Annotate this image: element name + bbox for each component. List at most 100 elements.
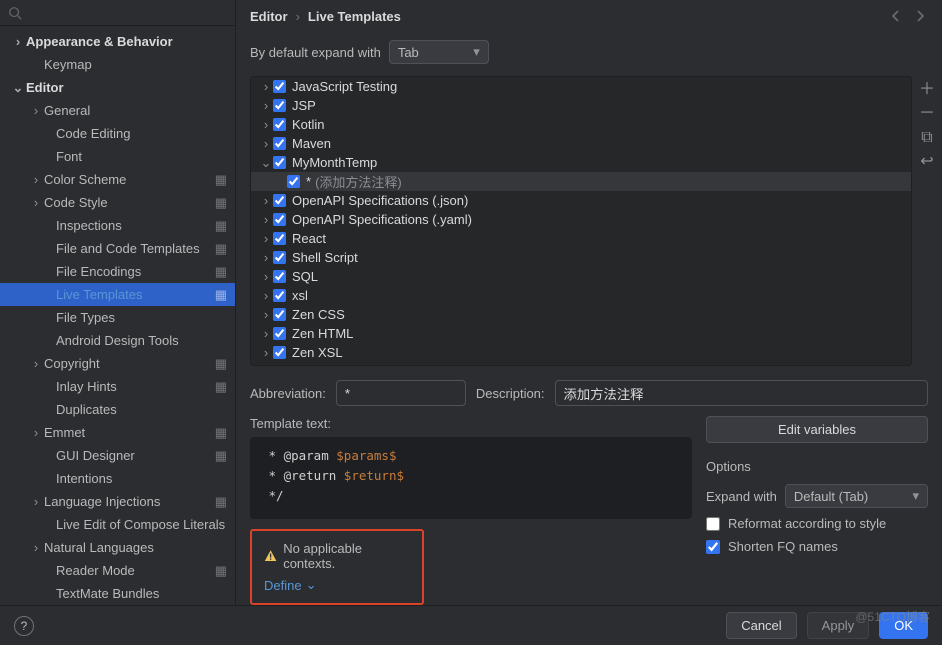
template-checkbox[interactable]: [273, 346, 286, 359]
template-row[interactable]: ›SQL: [251, 267, 911, 286]
sidebar-item-label: File Types: [56, 310, 227, 325]
template-row[interactable]: ›JavaScript Testing: [251, 77, 911, 96]
sidebar-item-label: Font: [56, 149, 227, 164]
template-label: Shell Script: [292, 250, 358, 265]
sidebar-item-gui-designer[interactable]: GUI Designer▦: [0, 444, 235, 467]
shorten-checkbox[interactable]: [706, 540, 720, 554]
sidebar-item-file-types[interactable]: File Types: [0, 306, 235, 329]
copy-template-icon[interactable]: ⧉: [921, 130, 932, 146]
reformat-label[interactable]: Reformat according to style: [728, 516, 886, 531]
sidebar-item-file-and-code-templates[interactable]: File and Code Templates▦: [0, 237, 235, 260]
template-row[interactable]: › React: [251, 229, 911, 248]
gear-icon: ▦: [215, 264, 227, 280]
revert-template-icon[interactable]: ↩: [920, 154, 933, 170]
template-checkbox[interactable]: [273, 232, 286, 245]
template-row[interactable]: ›Shell Script: [251, 248, 911, 267]
chevron-icon: ›: [10, 34, 26, 49]
template-desc: (添加方法注释): [315, 172, 402, 191]
nav-forward-icon[interactable]: [912, 8, 928, 24]
sidebar-item-general[interactable]: ›General: [0, 99, 235, 122]
template-row[interactable]: ⌄MyMonthTemp: [251, 153, 911, 172]
template-row[interactable]: ›Zen HTML: [251, 324, 911, 343]
sidebar-item-emmet[interactable]: ›Emmet▦: [0, 421, 235, 444]
shorten-label[interactable]: Shorten FQ names: [728, 539, 838, 554]
nav-back-icon[interactable]: [888, 8, 904, 24]
sidebar-item-copyright[interactable]: ›Copyright▦: [0, 352, 235, 375]
desc-input[interactable]: [555, 380, 928, 406]
template-checkbox[interactable]: [273, 80, 286, 93]
sidebar-item-appearance-behavior[interactable]: ›Appearance & Behavior: [0, 30, 235, 53]
sidebar-item-intentions[interactable]: Intentions: [0, 467, 235, 490]
abbrev-input[interactable]: [336, 380, 466, 406]
sidebar-item-android-design-tools[interactable]: Android Design Tools: [0, 329, 235, 352]
breadcrumb-parent[interactable]: Editor: [250, 9, 288, 24]
template-checkbox[interactable]: [273, 213, 286, 226]
settings-search[interactable]: [0, 0, 235, 26]
template-row[interactable]: ›OpenAPI Specifications (.yaml): [251, 210, 911, 229]
templates-list[interactable]: ›JavaScript Testing›JSP›Kotlin›Maven⌄MyM…: [250, 76, 912, 366]
sidebar-item-label: Live Edit of Compose Literals: [56, 517, 227, 532]
template-row[interactable]: ›Zen XSL: [251, 343, 911, 362]
template-row[interactable]: ›Kotlin: [251, 115, 911, 134]
apply-button[interactable]: Apply: [807, 612, 870, 639]
chevron-icon: ›: [28, 540, 44, 555]
sidebar-item-inspections[interactable]: Inspections▦: [0, 214, 235, 237]
sidebar-item-label: Language Injections: [44, 494, 211, 509]
template-checkbox[interactable]: [273, 308, 286, 321]
template-checkbox[interactable]: [273, 137, 286, 150]
gear-icon: ▦: [215, 287, 227, 303]
template-checkbox[interactable]: [273, 156, 286, 169]
add-template-icon[interactable]: ＋: [919, 82, 935, 98]
sidebar-item-keymap[interactable]: Keymap: [0, 53, 235, 76]
sidebar-item-natural-languages[interactable]: ›Natural Languages: [0, 536, 235, 559]
sidebar-item-reader-mode[interactable]: Reader Mode▦: [0, 559, 235, 582]
template-checkbox[interactable]: [273, 251, 286, 264]
cancel-button[interactable]: Cancel: [726, 612, 796, 639]
template-row[interactable]: ›Maven: [251, 134, 911, 153]
template-label: React: [292, 231, 326, 246]
help-button[interactable]: ?: [14, 616, 34, 636]
reformat-checkbox[interactable]: [706, 517, 720, 531]
sidebar-item-font[interactable]: Font: [0, 145, 235, 168]
template-row[interactable]: ›Zen CSS: [251, 305, 911, 324]
sidebar-item-live-edit-of-compose-literals[interactable]: Live Edit of Compose Literals: [0, 513, 235, 536]
remove-template-icon[interactable]: －: [919, 106, 935, 122]
sidebar-item-label: Android Design Tools: [56, 333, 227, 348]
sidebar-item-color-scheme[interactable]: ›Color Scheme▦: [0, 168, 235, 191]
template-checkbox[interactable]: [273, 270, 286, 283]
template-checkbox[interactable]: [273, 289, 286, 302]
chevron-down-icon: ▾: [473, 44, 480, 60]
sidebar-item-inlay-hints[interactable]: Inlay Hints▦: [0, 375, 235, 398]
template-checkbox[interactable]: [287, 175, 300, 188]
template-row[interactable]: *(添加方法注释): [251, 172, 911, 191]
template-checkbox[interactable]: [273, 194, 286, 207]
sidebar-item-code-style[interactable]: ›Code Style▦: [0, 191, 235, 214]
template-checkbox[interactable]: [273, 99, 286, 112]
template-row[interactable]: ›OpenAPI Specifications (.json): [251, 191, 911, 210]
define-context-link[interactable]: Define ⌄: [264, 577, 316, 593]
gear-icon: ▦: [215, 172, 227, 188]
expand-with-combo[interactable]: Default (Tab) ▾: [785, 484, 928, 508]
sidebar-item-live-templates[interactable]: Live Templates▦: [0, 283, 235, 306]
sidebar-item-code-editing[interactable]: Code Editing: [0, 122, 235, 145]
ok-button[interactable]: OK: [879, 612, 928, 639]
sidebar-item-textmate-bundles[interactable]: TextMate Bundles: [0, 582, 235, 605]
sidebar-item-duplicates[interactable]: Duplicates: [0, 398, 235, 421]
template-row[interactable]: ›xsl: [251, 286, 911, 305]
template-checkbox[interactable]: [273, 118, 286, 131]
chevron-icon: ›: [259, 231, 273, 246]
sidebar-item-label: Inlay Hints: [56, 379, 211, 394]
template-checkbox[interactable]: [273, 327, 286, 340]
sidebar-item-label: Natural Languages: [44, 540, 227, 555]
default-expand-combo[interactable]: Tab ▾: [389, 40, 489, 64]
sidebar-item-file-encodings[interactable]: File Encodings▦: [0, 260, 235, 283]
edit-variables-button[interactable]: Edit variables: [706, 416, 928, 443]
sidebar-item-editor[interactable]: ⌄Editor: [0, 76, 235, 99]
settings-tree: ›Appearance & BehaviorKeymap⌄Editor›Gene…: [0, 26, 235, 605]
breadcrumb-sep: ›: [296, 9, 300, 24]
template-label: Zen HTML: [292, 326, 353, 341]
sidebar-item-language-injections[interactable]: ›Language Injections▦: [0, 490, 235, 513]
template-row[interactable]: ›JSP: [251, 96, 911, 115]
template-text-editor[interactable]: * @param $params$ * @return $return$ */: [250, 437, 692, 519]
sidebar-item-label: Code Editing: [56, 126, 227, 141]
